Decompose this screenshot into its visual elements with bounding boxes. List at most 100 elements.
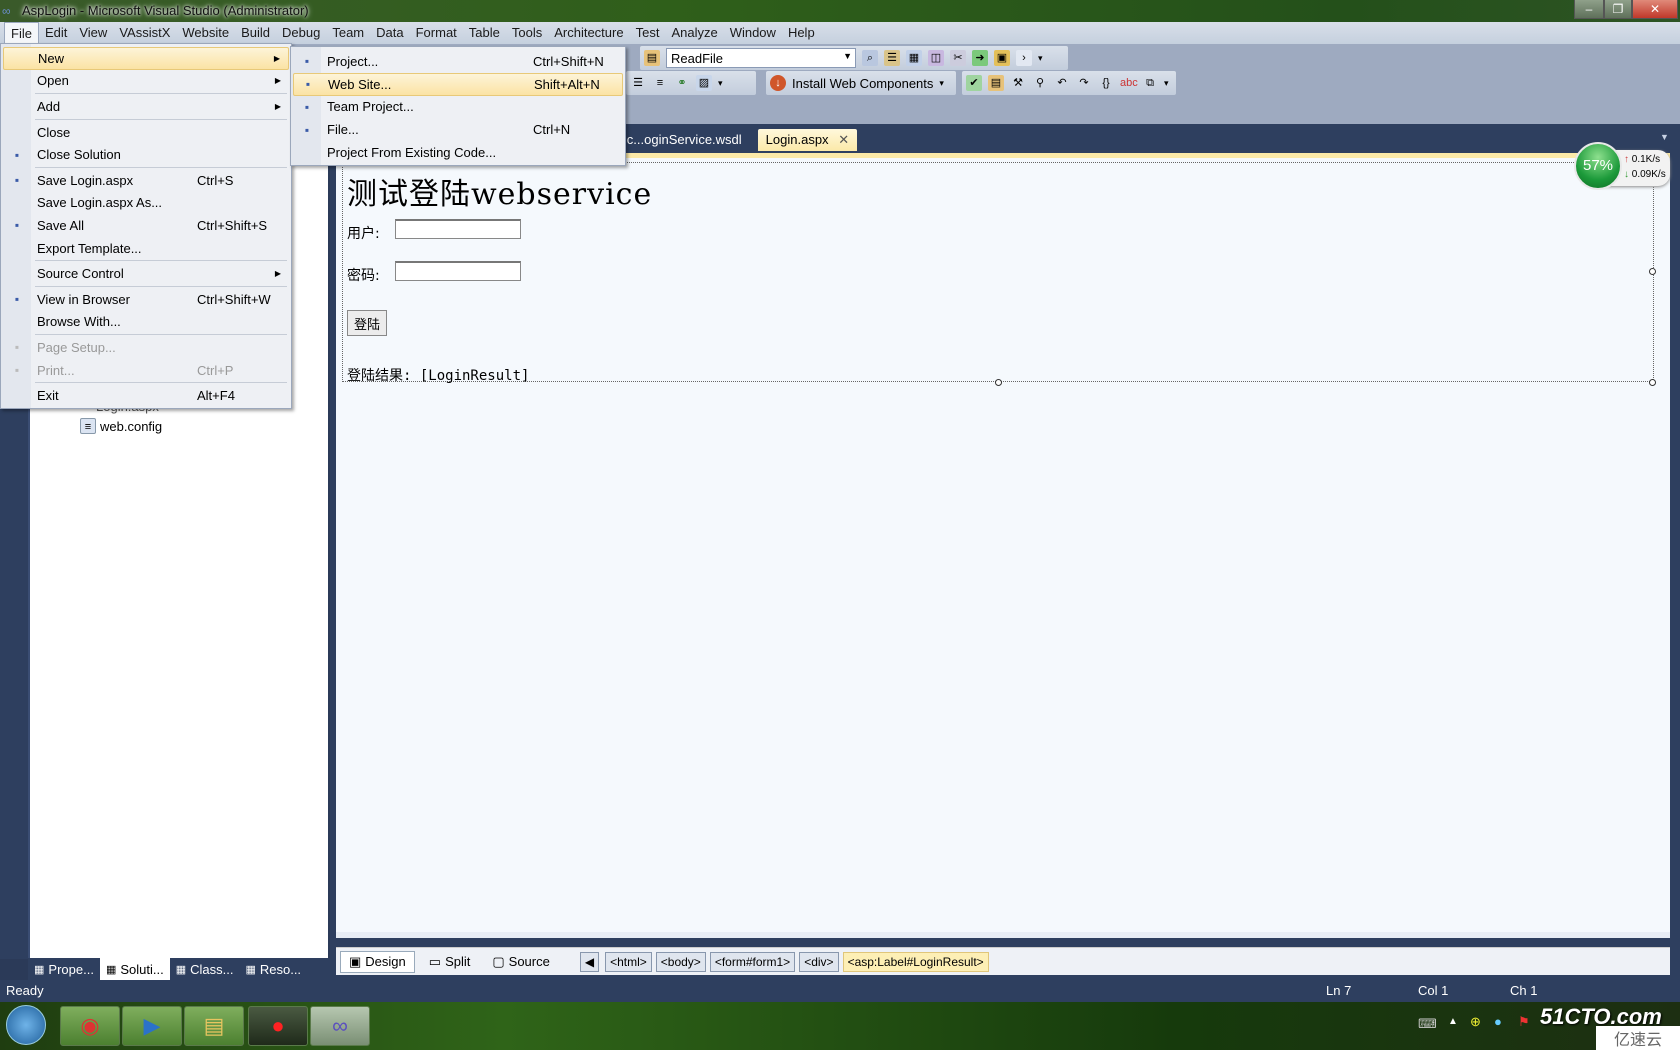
folder-icon[interactable]: ▤ — [988, 75, 1004, 91]
breadcrumb-item[interactable]: <div> — [799, 951, 839, 972]
source-view-button[interactable]: ▢ Source — [484, 952, 558, 972]
menu-item-close-solution[interactable]: ▪ Close Solution — [3, 143, 289, 166]
copy-icon[interactable]: ⧉ — [1142, 75, 1158, 91]
resize-handle[interactable] — [995, 379, 1002, 386]
image-icon[interactable]: ▨ — [696, 75, 712, 91]
taskbar-visual-studio[interactable]: ∞ — [310, 1006, 370, 1046]
menu-item-web-site[interactable]: ▪ Web Site... Shift+Alt+N — [293, 72, 623, 96]
redo-icon[interactable]: ↷ — [1076, 75, 1092, 91]
tray-flag-icon[interactable]: ⚑ — [1518, 1014, 1530, 1030]
horizontal-scrollbar[interactable] — [336, 932, 1670, 938]
taskbar-explorer[interactable]: ▤ — [184, 1006, 244, 1046]
spell-check-icon[interactable]: abc — [1120, 75, 1138, 91]
design-view-button[interactable]: ▣ Design — [340, 950, 415, 973]
tools-icon[interactable]: ⚒ — [1010, 75, 1026, 91]
breadcrumb-item[interactable]: <form#form1> — [709, 951, 796, 972]
menu-debug[interactable]: Debug — [276, 22, 326, 44]
menu-help[interactable]: Help — [782, 22, 821, 44]
toolbox-icon[interactable]: ✂ — [950, 50, 966, 66]
side-tab-class[interactable]: ▦ Class... — [170, 958, 240, 980]
menu-file[interactable]: File — [4, 22, 39, 44]
command-window-icon[interactable]: › — [1016, 50, 1032, 66]
tray-plus-icon[interactable]: ⊕ — [1470, 1014, 1481, 1030]
code-snippet-icon[interactable]: {} — [1098, 75, 1114, 91]
taskbar-recorder[interactable]: ● — [248, 1006, 308, 1046]
side-tab-prope[interactable]: ▦ Prope... — [28, 958, 100, 980]
menu-architecture[interactable]: Architecture — [548, 22, 629, 44]
menu-format[interactable]: Format — [410, 22, 463, 44]
menu-item-export-template[interactable]: Export Template... — [3, 237, 289, 260]
minimize-button[interactable]: – — [1574, 0, 1604, 19]
menu-data[interactable]: Data — [370, 22, 409, 44]
password-input[interactable] — [395, 261, 521, 281]
menu-item-save-login-aspx-as[interactable]: Save Login.aspx As... — [3, 192, 289, 215]
menu-item-project[interactable]: ▪ Project... Ctrl+Shift+N — [293, 50, 623, 73]
install-web-components-button[interactable]: Install Web Components — [792, 76, 933, 91]
breadcrumb-item[interactable]: <html> — [605, 951, 652, 972]
menu-test[interactable]: Test — [630, 22, 666, 44]
toolbar-overflow-icon[interactable]: ▾ — [1164, 78, 1169, 89]
menu-table[interactable]: Table — [463, 22, 506, 44]
menu-item-new[interactable]: New ▶ — [3, 47, 289, 70]
side-tab-reso[interactable]: ▦ Reso... — [239, 958, 307, 980]
network-monitor-widget[interactable]: ↑ 0.1K/s ↓ 0.09K/s 57% — [1572, 142, 1672, 190]
undo-icon[interactable]: ↶ — [1054, 75, 1070, 91]
menu-vassistx[interactable]: VAssistX — [113, 22, 176, 44]
breadcrumb-scroll-left-icon[interactable]: ◀ — [579, 951, 600, 972]
menu-team[interactable]: Team — [326, 22, 370, 44]
keyboard-icon[interactable]: ⌨ — [1418, 1016, 1437, 1032]
breadcrumb-item[interactable]: <asp:Label#LoginResult> — [842, 951, 989, 972]
menu-item-exit[interactable]: Exit Alt+F4 — [3, 384, 289, 407]
find-combo[interactable]: ReadFile ▼ — [666, 48, 856, 68]
tab-overflow-icon[interactable]: ▼ — [1660, 132, 1669, 142]
menu-tools[interactable]: Tools — [506, 22, 548, 44]
taskbar-media-player[interactable]: ▶ — [122, 1006, 182, 1046]
menu-website[interactable]: Website — [176, 22, 235, 44]
login-result-label[interactable]: 登陆结果: [LoginResult] — [347, 365, 529, 385]
menu-analyze[interactable]: Analyze — [665, 22, 723, 44]
form-div[interactable]: 测试登陆webservice 用户: 密码: 登陆 登陆结果: [LoginRe… — [342, 162, 1656, 386]
menu-item-print[interactable]: ▪ Print... Ctrl+P — [3, 359, 289, 382]
toolbar-overflow-icon[interactable]: ▾ — [939, 78, 944, 89]
resize-handle[interactable] — [1649, 268, 1656, 275]
menu-item-team-project[interactable]: ▪ Team Project... — [293, 96, 623, 119]
find-in-files-icon[interactable]: ⌕ — [862, 50, 878, 66]
menu-item-page-setup[interactable]: ▪ Page Setup... — [3, 336, 289, 359]
menu-edit[interactable]: Edit — [39, 22, 73, 44]
menu-item-open[interactable]: Open ▶ — [3, 70, 289, 93]
numbered-list-icon[interactable]: ≡ — [652, 75, 668, 91]
start-page-icon[interactable]: ➜ — [972, 50, 988, 66]
check-icon[interactable]: ✔ — [966, 75, 982, 91]
show-hidden-icons[interactable]: ▲ — [1448, 1016, 1458, 1027]
menu-item-project-from-existing-code[interactable]: Project From Existing Code... — [293, 141, 623, 164]
find-icon[interactable]: ⚲ — [1032, 75, 1048, 91]
solution-explorer-icon[interactable]: ▦ — [906, 50, 922, 66]
login-button[interactable]: 登陆 — [347, 310, 387, 336]
menu-item-source-control[interactable]: Source Control ▶ — [3, 262, 289, 285]
username-input[interactable] — [395, 219, 521, 239]
restore-button[interactable]: ❐ — [1604, 0, 1632, 19]
taskbar-chrome[interactable]: ◉ — [60, 1006, 120, 1046]
menu-item-save-all[interactable]: ▪ Save All Ctrl+Shift+S — [3, 214, 289, 237]
menu-item-close[interactable]: Close — [3, 121, 289, 144]
bullet-list-icon[interactable]: ☰ — [630, 75, 646, 91]
toolbar-overflow-icon[interactable]: ▾ — [1038, 53, 1043, 64]
menu-build[interactable]: Build — [235, 22, 276, 44]
tab-login-aspx[interactable]: Login.aspx ✕ — [757, 129, 858, 151]
properties-icon[interactable]: ☰ — [884, 50, 900, 66]
tray-messenger-icon[interactable]: ● — [1494, 1014, 1502, 1029]
hyperlink-icon[interactable]: ⚭ — [674, 75, 690, 91]
menu-item-view-in-browser[interactable]: ▪ View in Browser Ctrl+Shift+W — [3, 288, 289, 311]
toolbar-overflow-icon[interactable]: ▾ — [718, 78, 723, 89]
menu-item-browse-with[interactable]: Browse With... — [3, 311, 289, 334]
menu-item-add[interactable]: Add ▶ — [3, 95, 289, 118]
start-button[interactable] — [6, 1005, 46, 1045]
extension-manager-icon[interactable]: ▣ — [994, 50, 1010, 66]
menu-view[interactable]: View — [73, 22, 113, 44]
close-button[interactable]: ✕ — [1632, 0, 1678, 19]
close-tab-icon[interactable]: ✕ — [838, 132, 849, 147]
tree-item-web-config[interactable]: ≡ web.config — [80, 418, 162, 434]
menu-window[interactable]: Window — [724, 22, 782, 44]
resize-handle[interactable] — [1649, 379, 1656, 386]
side-tab-soluti[interactable]: ▦ Soluti... — [99, 958, 170, 980]
